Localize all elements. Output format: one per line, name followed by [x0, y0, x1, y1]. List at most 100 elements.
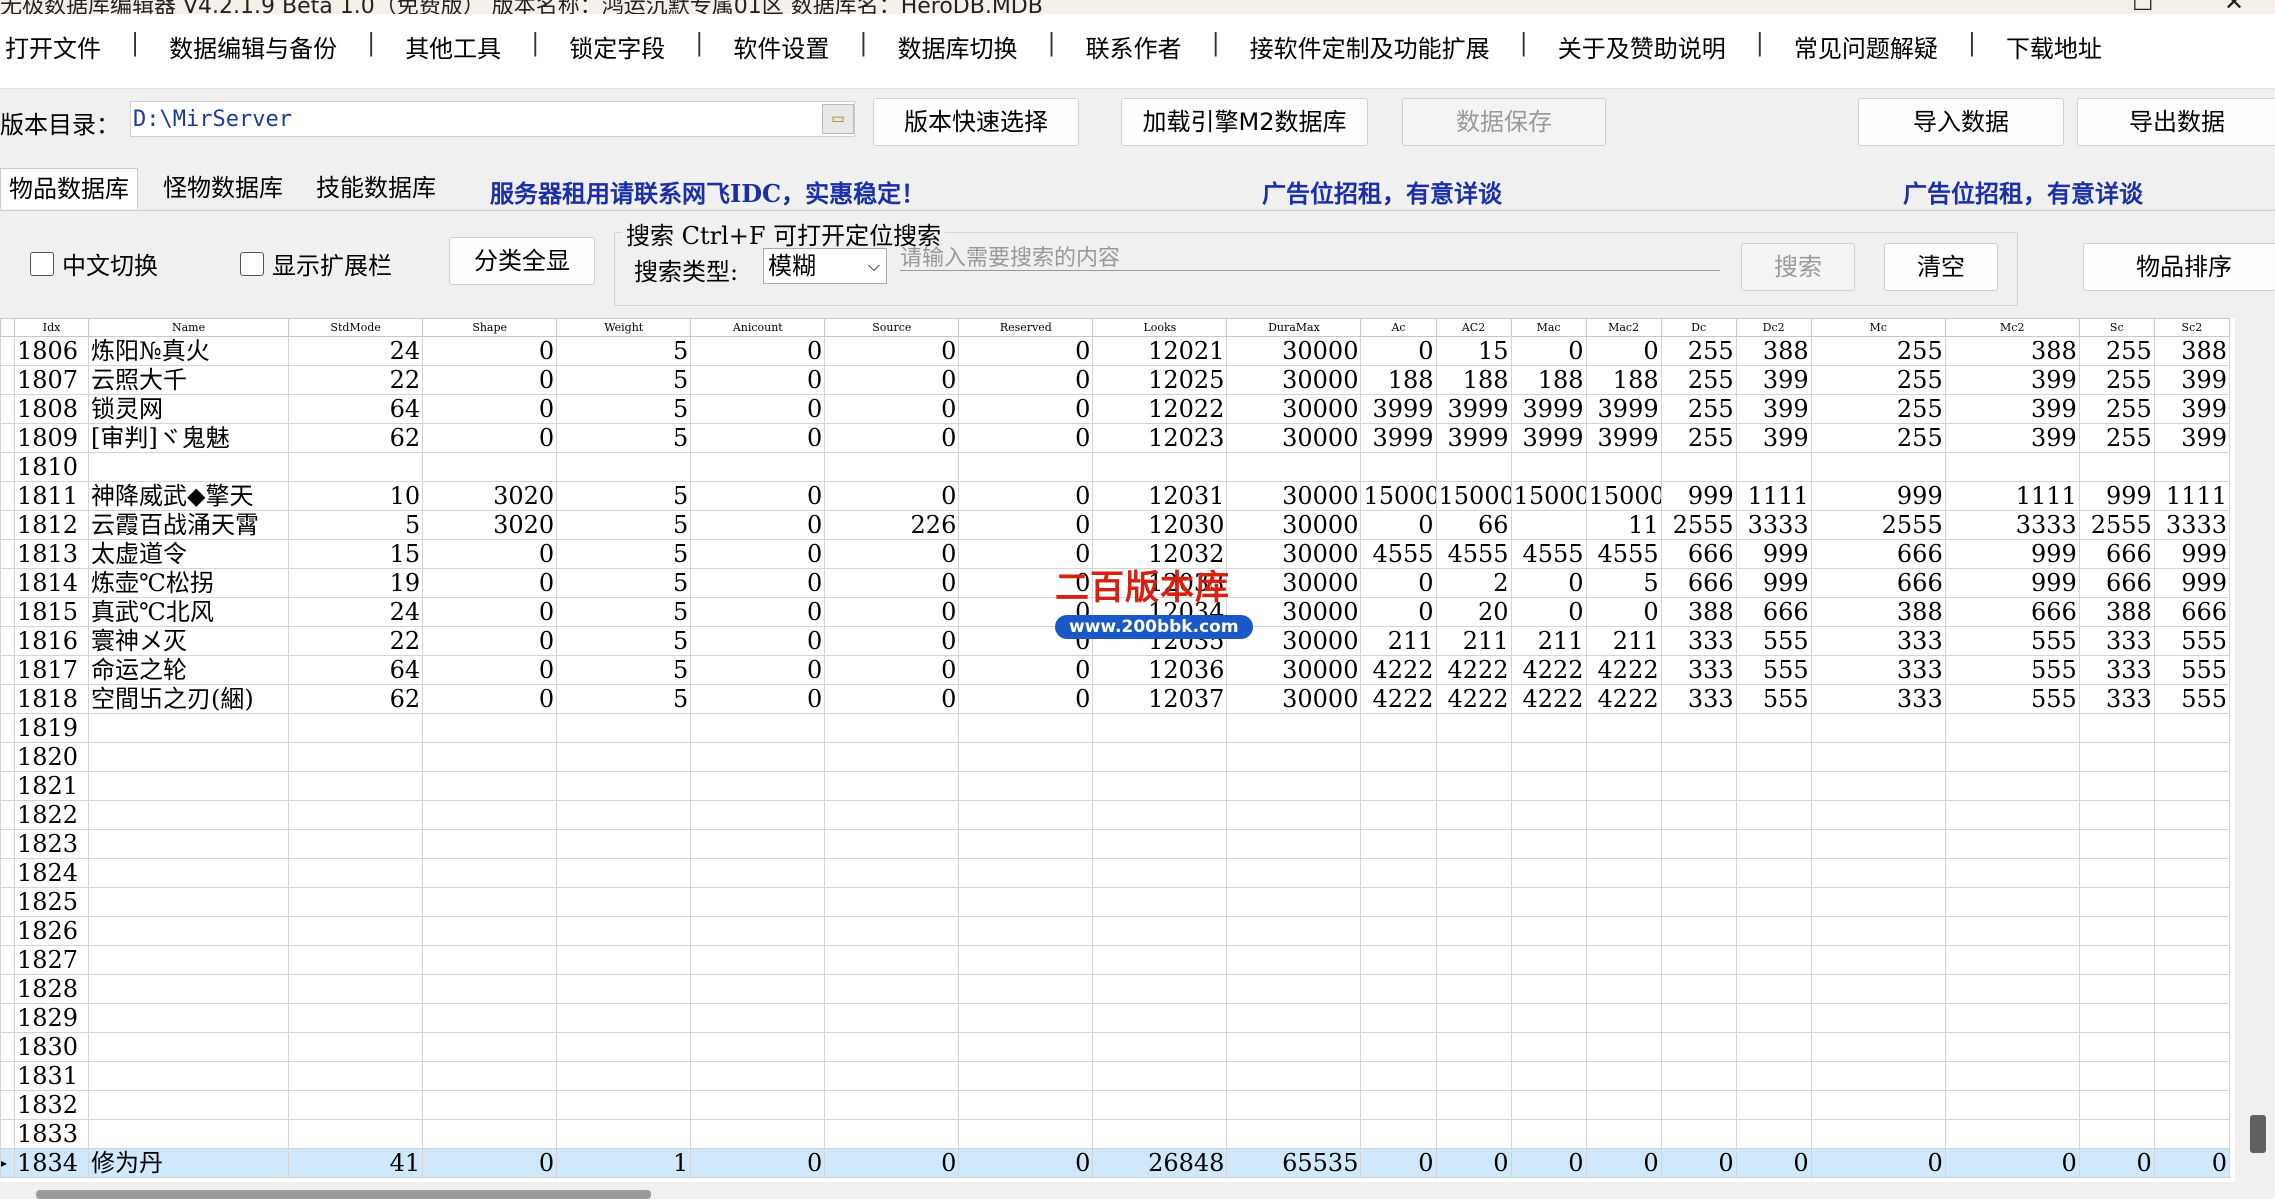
cell-dc[interactable] [1660, 1003, 1737, 1033]
cell-duramax[interactable]: 30000 [1226, 336, 1362, 366]
row-header[interactable] [0, 742, 15, 772]
column-header-weight[interactable]: Weight [556, 318, 692, 337]
cell-weight[interactable]: 5 [556, 539, 692, 569]
cell-idx[interactable]: 1817 [13, 655, 90, 685]
cell-anicount[interactable] [690, 1119, 826, 1149]
cell-ac[interactable] [1360, 713, 1437, 743]
cell-duramax[interactable]: 65535 [1226, 1148, 1362, 1178]
cell-source[interactable]: 0 [824, 626, 960, 656]
cell-dc[interactable]: 666 [1660, 539, 1737, 569]
cell-mc2[interactable]: 399 [1944, 394, 2080, 424]
cell-dc[interactable] [1660, 1119, 1737, 1149]
cell-mac2[interactable]: 0 [1585, 336, 1662, 366]
cell-dc[interactable]: 255 [1660, 423, 1737, 453]
cell-mc[interactable] [1810, 1003, 1946, 1033]
cell-name[interactable]: 神降威武◆擎天 [88, 481, 290, 511]
cell-mc[interactable] [1810, 1090, 1946, 1120]
table-row[interactable]: 1821 [0, 771, 2231, 801]
cell-mac[interactable]: 0 [1510, 1148, 1587, 1178]
cell-mac[interactable] [1510, 771, 1587, 801]
cell-looks[interactable]: 26848 [1092, 1148, 1228, 1178]
row-header[interactable] [0, 365, 15, 395]
cell-stdmode[interactable] [288, 916, 424, 946]
cell-dc[interactable]: 388 [1660, 597, 1737, 627]
chinese-toggle-checkbox[interactable]: 中文切换 [30, 246, 158, 281]
cell-idx[interactable]: 1823 [13, 829, 90, 859]
cell-dc2[interactable] [1735, 887, 1812, 917]
cell-ac[interactable] [1360, 1061, 1437, 1091]
cell-dc2[interactable] [1735, 771, 1812, 801]
menu-item[interactable]: 其他工具 [405, 29, 501, 64]
cell-source[interactable]: 0 [824, 684, 960, 714]
cell-idx[interactable]: 1828 [13, 974, 90, 1004]
cell-sc[interactable]: 388 [2078, 597, 2155, 627]
cell-duramax[interactable]: 30000 [1226, 365, 1362, 395]
cell-ac[interactable]: 0 [1360, 336, 1437, 366]
cell-mc[interactable] [1810, 800, 1946, 830]
cell-mc[interactable]: 2555 [1810, 510, 1946, 540]
cell-mc2[interactable] [1944, 887, 2080, 917]
cell-name[interactable]: [审判]ヾ鬼魅 [88, 423, 290, 453]
cell-name[interactable] [88, 1003, 290, 1033]
cell-ac2[interactable] [1435, 887, 1512, 917]
cell-name[interactable]: 炼壶℃松拐 [88, 568, 290, 598]
table-row[interactable]: 1811 神降威武◆擎天 10 3020 5 0 0 0 12031 30000 15000 1500… [0, 481, 2231, 511]
cell-dc[interactable]: 255 [1660, 394, 1737, 424]
cell-ac[interactable] [1360, 452, 1437, 482]
cell-mac2[interactable] [1585, 452, 1662, 482]
cell-duramax[interactable] [1226, 887, 1362, 917]
cell-anicount[interactable]: 0 [690, 597, 826, 627]
cell-anicount[interactable] [690, 452, 826, 482]
cell-dc2[interactable]: 388 [1735, 336, 1812, 366]
cell-anicount[interactable] [690, 1032, 826, 1062]
cell-sc2[interactable] [2153, 945, 2231, 975]
cell-mc2[interactable] [1944, 1119, 2080, 1149]
cell-source[interactable]: 0 [824, 1148, 960, 1178]
cell-mc[interactable] [1810, 452, 1946, 482]
table-row[interactable]: 1825 [0, 887, 2231, 917]
cell-duramax[interactable] [1226, 771, 1362, 801]
cell-idx[interactable]: 1829 [13, 1003, 90, 1033]
column-header-source[interactable]: Source [824, 318, 960, 337]
cell-sc2[interactable] [2153, 1032, 2231, 1062]
cell-dc2[interactable] [1735, 1119, 1812, 1149]
cell-name[interactable] [88, 800, 290, 830]
cell-sc2[interactable] [2153, 1119, 2231, 1149]
cell-mc[interactable] [1810, 916, 1946, 946]
cell-ac[interactable] [1360, 742, 1437, 772]
cell-source[interactable]: 0 [824, 655, 960, 685]
table-row[interactable]: 1826 [0, 916, 2231, 946]
cell-weight[interactable]: 5 [556, 423, 692, 453]
cell-ac[interactable]: 15000 [1360, 481, 1437, 511]
cell-shape[interactable]: 0 [422, 597, 558, 627]
cell-ac2[interactable]: 4555 [1435, 539, 1512, 569]
cell-name[interactable]: 寰神メ灭 [88, 626, 290, 656]
cell-dc2[interactable] [1735, 742, 1812, 772]
cell-ac[interactable] [1360, 858, 1437, 888]
cell-anicount[interactable]: 0 [690, 394, 826, 424]
cell-name[interactable]: 云霞百战涌天霄 [88, 510, 290, 540]
cell-weight[interactable] [556, 974, 692, 1004]
row-header[interactable] [0, 539, 15, 569]
cell-name[interactable]: 空間卐之刃(綑) [88, 684, 290, 714]
cell-reserved[interactable]: 0 [958, 481, 1094, 511]
cell-ac[interactable]: 211 [1360, 626, 1437, 656]
cell-dc[interactable] [1660, 916, 1737, 946]
table-row[interactable]: 1823 [0, 829, 2231, 859]
show-all-categories-button[interactable]: 分类全显 [449, 237, 595, 285]
cell-name[interactable] [88, 771, 290, 801]
cell-anicount[interactable] [690, 742, 826, 772]
cell-mac2[interactable] [1585, 713, 1662, 743]
cell-shape[interactable]: 0 [422, 394, 558, 424]
cell-reserved[interactable] [958, 1119, 1094, 1149]
cell-sc2[interactable] [2153, 1090, 2231, 1120]
cell-weight[interactable]: 1 [556, 1148, 692, 1178]
cell-ac2[interactable] [1435, 945, 1512, 975]
cell-name[interactable] [88, 974, 290, 1004]
cell-looks[interactable] [1092, 858, 1228, 888]
cell-sc2[interactable]: 555 [2153, 626, 2231, 656]
cell-dc2[interactable]: 666 [1735, 597, 1812, 627]
cell-dc[interactable] [1660, 829, 1737, 859]
cell-ac[interactable] [1360, 974, 1437, 1004]
cell-source[interactable]: 0 [824, 539, 960, 569]
